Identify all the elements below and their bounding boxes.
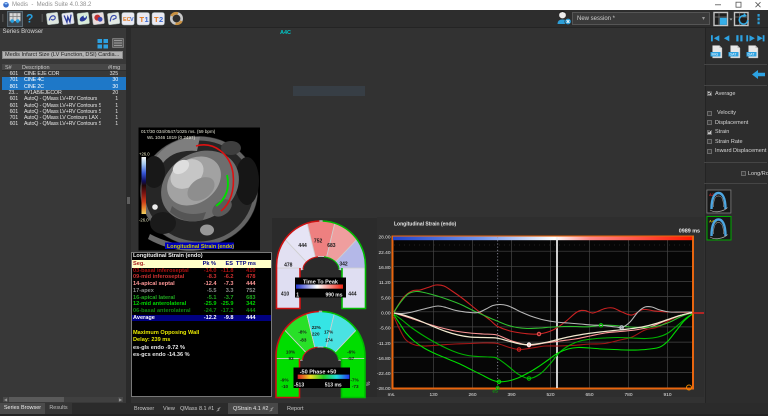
svg-text:390: 390 [507, 392, 515, 398]
svg-text:410: 410 [281, 292, 290, 298]
svg-text:DAT: DAT [730, 53, 738, 57]
svg-text:-26.0: -26.0 [139, 218, 149, 223]
svg-text:520: 520 [546, 392, 554, 398]
svg-text:WL 1046 1819 (0 2497): WL 1046 1819 (0 2497) [147, 135, 196, 140]
svg-text:444: 444 [298, 243, 307, 249]
svg-text:513 ms: 513 ms [325, 383, 342, 389]
svg-text:IMG: IMG [712, 53, 719, 57]
svg-text:0989 ms: 0989 ms [679, 229, 700, 235]
svg-text:683: 683 [327, 243, 336, 249]
svg-text:-83: -83 [300, 337, 307, 342]
svg-text:-10: -10 [281, 384, 288, 389]
svg-text:ms.: ms. [388, 393, 396, 398]
svg-text:-16.80: -16.80 [377, 356, 391, 362]
svg-text:174: 174 [325, 337, 333, 342]
svg-text:-22.40: -22.40 [377, 371, 391, 377]
svg-text:260: 260 [468, 392, 476, 398]
svg-text:478: 478 [284, 263, 293, 269]
svg-text:V: V [130, 17, 134, 23]
svg-text:10%: 10% [286, 349, 295, 354]
svg-text:17%: 17% [324, 330, 333, 335]
svg-text:22%: 22% [312, 325, 321, 330]
svg-text:-513: -513 [294, 383, 304, 389]
svg-text:-7%: -7% [351, 377, 359, 382]
svg-text:-57: -57 [348, 356, 355, 361]
svg-text:780: 780 [624, 392, 632, 398]
svg-text:+26.0: +26.0 [139, 152, 150, 157]
svg-text:28.00: 28.00 [378, 235, 390, 241]
svg-text:990 ms: 990 ms [326, 292, 343, 298]
svg-text:752: 752 [314, 239, 323, 245]
svg-text:-11.20: -11.20 [377, 341, 391, 347]
svg-text:DAT: DAT [748, 53, 756, 57]
svg-text:-50 Phase +50: -50 Phase +50 [300, 369, 337, 375]
svg-text:1: 1 [296, 292, 299, 298]
svg-text:1: 1 [145, 15, 149, 24]
svg-text:220: 220 [312, 332, 320, 337]
svg-text:0.00: 0.00 [381, 311, 391, 317]
svg-text:-28.00: -28.00 [377, 386, 391, 392]
svg-text:-6%: -6% [347, 349, 355, 354]
svg-text:-73: -73 [352, 384, 359, 389]
svg-text:22.40: 22.40 [378, 250, 390, 256]
svg-text:-8%: -8% [298, 330, 306, 335]
svg-text:?: ? [26, 12, 33, 26]
svg-text:-5.60: -5.60 [380, 326, 391, 332]
svg-text:130: 130 [429, 392, 437, 398]
svg-text:11.20: 11.20 [379, 280, 391, 286]
svg-text:%: % [366, 381, 372, 386]
svg-text:Longitudinal Strain (endo): Longitudinal Strain (endo) [394, 222, 457, 228]
svg-text:5.60: 5.60 [381, 295, 391, 301]
svg-text:2: 2 [159, 15, 163, 24]
svg-text:650: 650 [585, 392, 593, 398]
svg-text:Longitudinal Strain (endo): Longitudinal Strain (endo) [167, 244, 234, 250]
svg-text:93: 93 [288, 356, 294, 361]
svg-text:910: 910 [663, 392, 671, 398]
svg-text:444: 444 [348, 292, 357, 298]
svg-text:017/30 034/0547/1025 ms. (59: 017/30 034/0547/1025 ms. (59 bpm) [141, 129, 216, 134]
svg-text:-9%: -9% [280, 377, 288, 382]
svg-text:16.80: 16.80 [378, 265, 390, 271]
svg-text:342: 342 [339, 262, 348, 268]
